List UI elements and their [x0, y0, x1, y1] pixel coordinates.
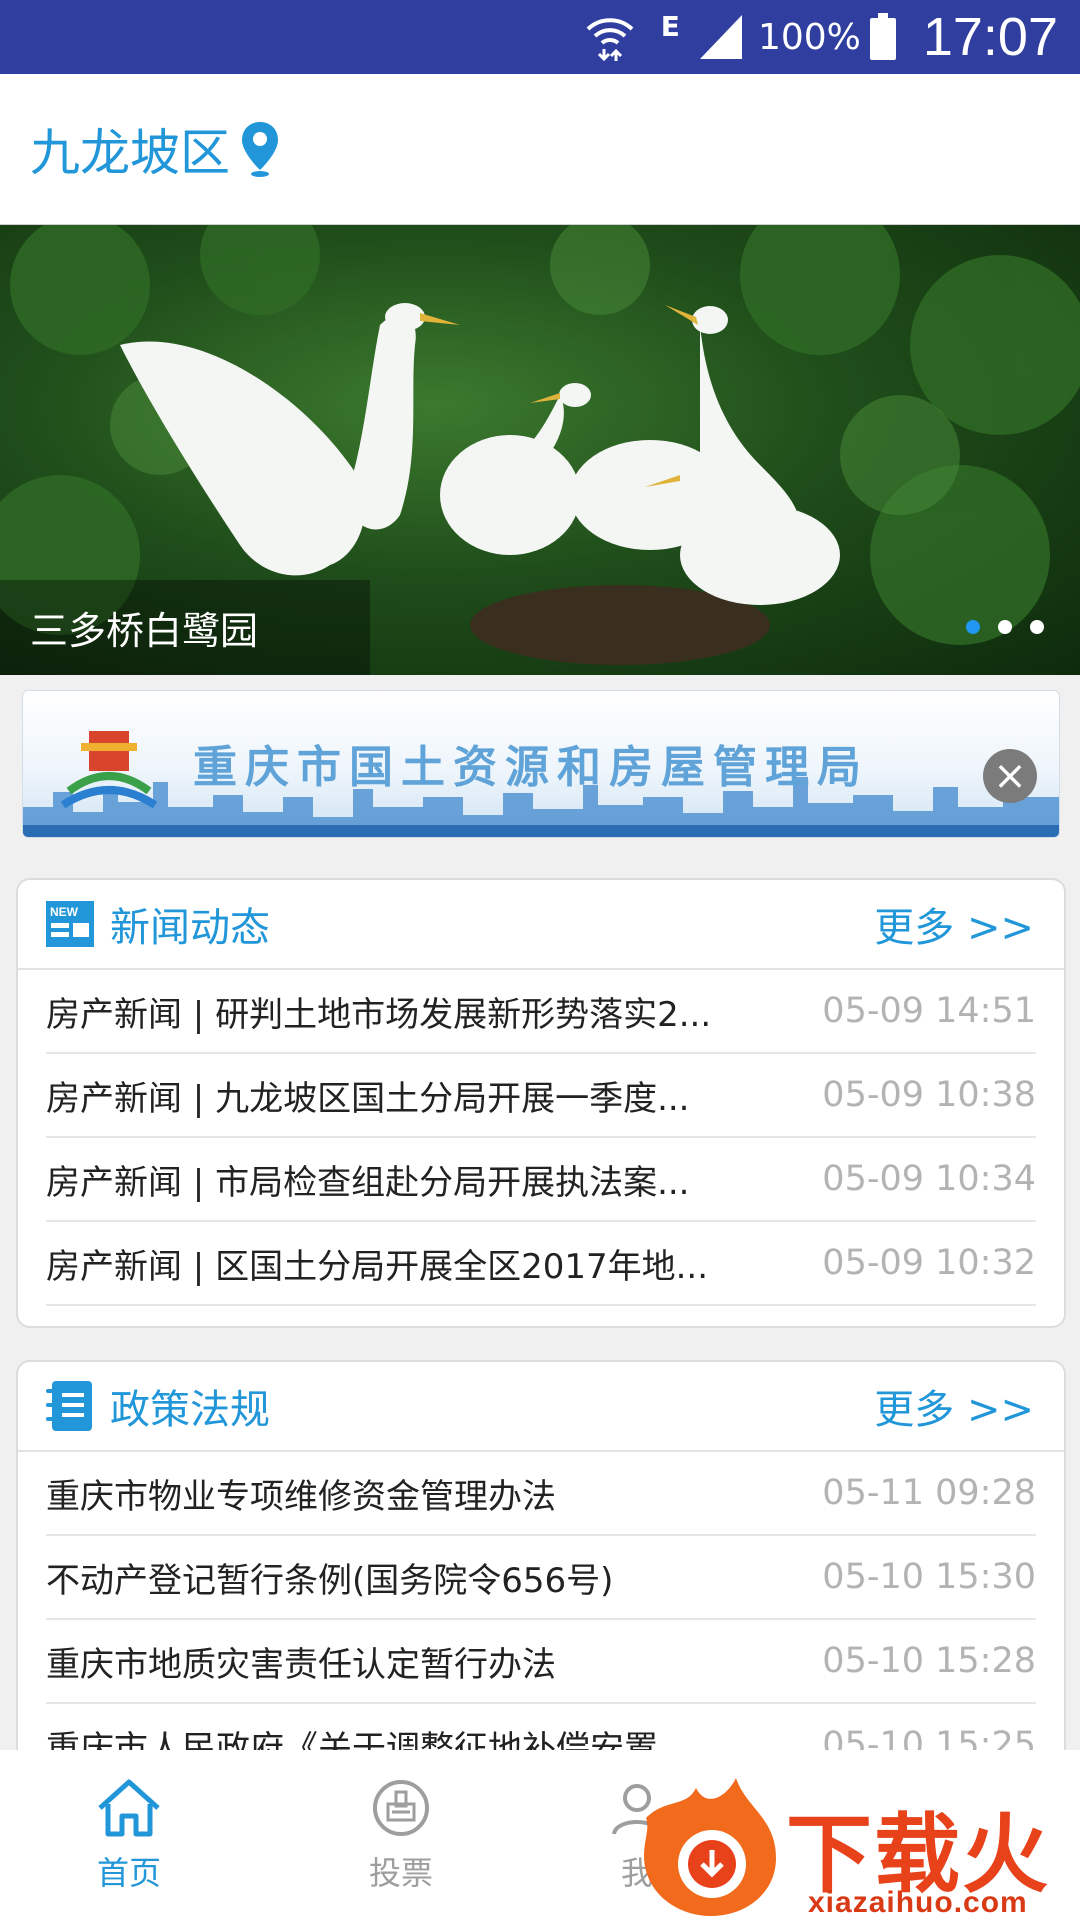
policy-item-title: 不动产登记暂行条例(国务院令656号)	[46, 1560, 614, 1601]
nav-vote[interactable]: 投票	[368, 1778, 434, 1894]
policy-item-time: 05-10 15:28	[822, 1641, 1036, 1681]
news-item-time: 05-09 14:51	[822, 991, 1036, 1031]
policy-item[interactable]: 不动产登记暂行条例(国务院令656号) 05-10 15:30	[46, 1536, 1036, 1620]
clock: 17:07	[922, 7, 1058, 67]
battery-percent: 100%	[757, 16, 861, 58]
news-item-title: 房产新闻 | 九龙坡区国土分局开展一季度...	[46, 1078, 690, 1119]
news-item-title: 房产新闻 | 区国土分局开展全区2017年地...	[46, 1246, 709, 1287]
carousel-indicators	[966, 620, 1044, 634]
news-icon: NEW	[46, 901, 94, 947]
news-item[interactable]: 房产新闻 | 九龙坡区国土分局开展一季度... 05-09 10:38	[46, 1054, 1036, 1138]
bureau-logo-icon	[60, 731, 158, 809]
ad-banner[interactable]: 重庆市国土资源和房屋管理局 ×	[22, 690, 1060, 838]
policy-section: 政策法规 更多 >> 重庆市物业专项维修资金管理办法 05-11 09:28 不…	[16, 1360, 1066, 1784]
news-item-title: 房产新闻 | 研判土地市场发展新形势落实2...	[46, 994, 712, 1035]
policy-item-time: 05-10 15:30	[822, 1557, 1036, 1597]
carousel-dot[interactable]	[998, 620, 1012, 634]
status-bar: E 100% 17:07	[0, 0, 1080, 74]
watermark-url: xiazaihuo.com	[808, 1886, 1028, 1919]
policy-more-link[interactable]: 更多 >>	[874, 1377, 1034, 1435]
news-item-time: 05-09 10:38	[822, 1075, 1036, 1115]
wifi-icon	[585, 11, 635, 63]
news-item[interactable]: 房产新闻 | 市局检查组赴分局开展执法案... 05-09 10:34	[46, 1138, 1036, 1222]
flame-logo-icon	[644, 1778, 776, 1916]
news-item-time: 05-09 10:32	[822, 1243, 1036, 1283]
policy-item[interactable]: 重庆市地质灾害责任认定暂行办法 05-10 15:28	[46, 1620, 1036, 1704]
news-item[interactable]: 房产新闻 | 区国土分局开展全区2017年地... 05-09 10:32	[46, 1222, 1036, 1306]
carousel-caption: 三多桥白鹭园	[30, 609, 259, 653]
news-section: NEW 新闻动态 更多 >> 房产新闻 | 研判土地市场发展新形势落实2... …	[16, 878, 1066, 1328]
nav-vote-label: 投票	[368, 1854, 433, 1892]
policy-title: 政策法规	[110, 1387, 270, 1433]
vote-icon	[368, 1778, 434, 1842]
policy-item-title: 重庆市地质灾害责任认定暂行办法	[46, 1644, 556, 1685]
news-header: NEW 新闻动态 更多 >>	[18, 880, 1064, 970]
battery-icon	[869, 13, 897, 61]
map-pin-icon[interactable]	[240, 120, 280, 178]
carousel-dot[interactable]	[1030, 620, 1044, 634]
signal-icon	[698, 13, 744, 61]
book-icon	[46, 1381, 94, 1431]
policy-header: 政策法规 更多 >>	[18, 1362, 1064, 1452]
news-item[interactable]: 房产新闻 | 研判土地市场发展新形势落实2... 05-09 14:51	[46, 970, 1036, 1054]
policy-item[interactable]: 重庆市物业专项维修资金管理办法 05-11 09:28	[46, 1452, 1036, 1536]
news-item-title: 房产新闻 | 市局检查组赴分局开展执法案...	[46, 1162, 690, 1203]
watermark: 下载火 xiazaihuo.com	[636, 1776, 1080, 1920]
policy-item-title: 重庆市物业专项维修资金管理办法	[46, 1476, 556, 1517]
nav-home-label: 首页	[96, 1854, 161, 1892]
home-icon	[96, 1778, 162, 1842]
app-header: 九龙坡区	[0, 74, 1080, 227]
network-type: E	[660, 9, 680, 43]
news-title: 新闻动态	[110, 905, 270, 951]
close-icon[interactable]: ×	[983, 749, 1037, 803]
policy-item-time: 05-11 09:28	[822, 1473, 1036, 1513]
location-title[interactable]: 九龙坡区	[30, 113, 230, 185]
ad-text: 重庆市国土资源和房屋管理局	[193, 742, 869, 793]
nav-home[interactable]: 首页	[96, 1778, 162, 1894]
carousel-dot[interactable]	[966, 620, 980, 634]
news-item-time: 05-09 10:34	[822, 1159, 1036, 1199]
news-more-link[interactable]: 更多 >>	[874, 895, 1034, 953]
svg-text:NEW: NEW	[50, 905, 79, 919]
